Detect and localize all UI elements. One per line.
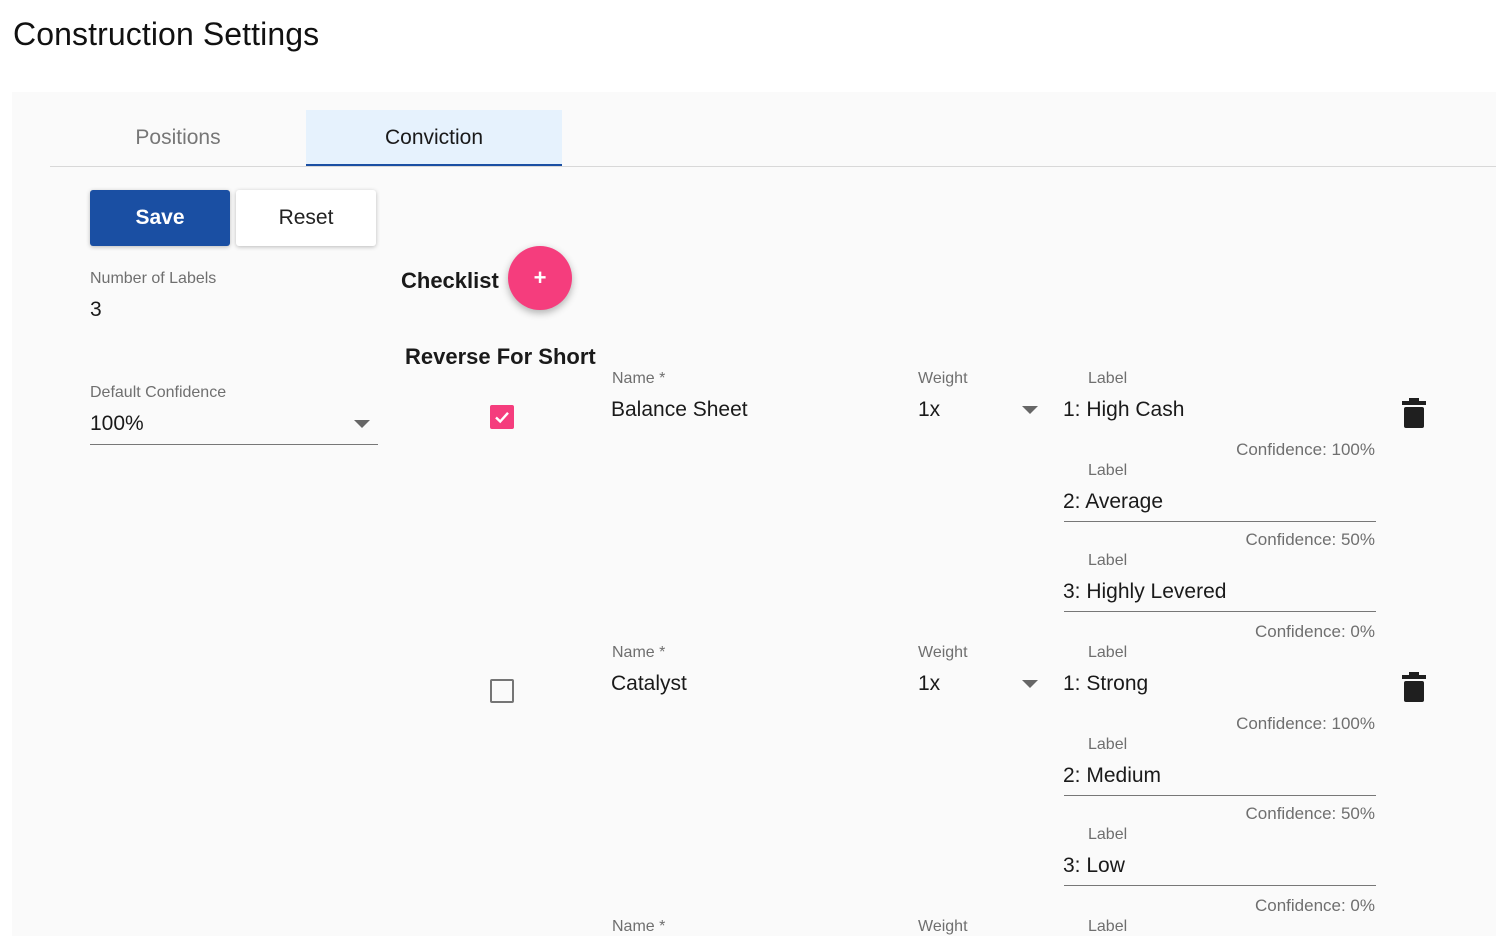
page-title: Construction Settings bbox=[13, 16, 320, 52]
label-underline bbox=[1064, 885, 1376, 886]
label-field-label: Label bbox=[1088, 918, 1128, 935]
label-field-label: Label bbox=[1088, 462, 1128, 479]
add-checklist-item-button[interactable]: + bbox=[508, 246, 572, 310]
trash-icon[interactable] bbox=[1401, 671, 1427, 703]
number-of-labels-value[interactable]: 3 bbox=[90, 298, 102, 322]
weight-value: 1x bbox=[918, 398, 941, 421]
reverse-for-short-checkbox[interactable] bbox=[490, 679, 514, 703]
name-input[interactable]: Balance Sheet bbox=[611, 398, 748, 422]
label-input[interactable]: 3: Low bbox=[1063, 854, 1125, 878]
name-label: Name * bbox=[612, 644, 666, 661]
default-confidence-underline bbox=[90, 444, 378, 445]
reverse-for-short-header: Reverse For Short bbox=[405, 344, 596, 369]
check-icon bbox=[495, 411, 509, 424]
chevron-down-icon bbox=[354, 420, 370, 428]
confidence-text: Confidence: 50% bbox=[1245, 804, 1375, 823]
confidence-text: Confidence: 50% bbox=[1245, 530, 1375, 549]
label-input[interactable]: 2: Medium bbox=[1063, 764, 1161, 788]
label-input[interactable]: 2: Average bbox=[1063, 490, 1163, 514]
label-field-label: Label bbox=[1088, 736, 1128, 753]
weight-value: 1x bbox=[918, 672, 941, 695]
confidence-text: Confidence: 100% bbox=[1236, 440, 1375, 459]
confidence-text: Confidence: 0% bbox=[1254, 622, 1375, 641]
weight-label: Weight bbox=[918, 644, 968, 661]
reset-button[interactable]: Reset bbox=[236, 190, 376, 246]
label-underline bbox=[1064, 795, 1376, 796]
tab-positions[interactable]: Positions bbox=[50, 110, 306, 164]
confidence-text: Confidence: 0% bbox=[1254, 896, 1375, 915]
label-field-label: Label bbox=[1088, 370, 1128, 387]
name-input[interactable]: Catalyst bbox=[611, 672, 687, 696]
default-confidence-label: Default Confidence bbox=[90, 384, 227, 401]
number-of-labels-label: Number of Labels bbox=[90, 270, 217, 287]
confidence-text: Confidence: 100% bbox=[1236, 714, 1375, 733]
checklist-title: Checklist bbox=[401, 268, 499, 293]
name-label: Name * bbox=[612, 370, 666, 387]
label-input[interactable]: 1: High Cash bbox=[1063, 398, 1184, 422]
weight-label: Weight bbox=[918, 370, 968, 387]
label-field-label: Label bbox=[1088, 644, 1128, 661]
label-input[interactable]: 3: Highly Levered bbox=[1063, 580, 1226, 604]
settings-panel: Positions Conviction Save Reset Number o… bbox=[12, 92, 1496, 936]
save-button[interactable]: Save bbox=[90, 190, 230, 246]
label-underline bbox=[1064, 521, 1376, 522]
tab-bar: Positions Conviction bbox=[50, 110, 1496, 167]
default-confidence-value: 100% bbox=[90, 412, 144, 435]
weight-label: Weight bbox=[918, 918, 968, 935]
chevron-down-icon bbox=[1022, 406, 1038, 414]
trash-icon[interactable] bbox=[1401, 397, 1427, 429]
label-input[interactable]: 1: Strong bbox=[1063, 672, 1148, 696]
label-field-label: Label bbox=[1088, 552, 1128, 569]
name-label: Name * bbox=[612, 918, 666, 935]
tab-conviction[interactable]: Conviction bbox=[306, 110, 562, 166]
chevron-down-icon bbox=[1022, 680, 1038, 688]
label-underline bbox=[1064, 611, 1376, 612]
reverse-for-short-checkbox[interactable] bbox=[490, 405, 514, 429]
label-field-label: Label bbox=[1088, 826, 1128, 843]
